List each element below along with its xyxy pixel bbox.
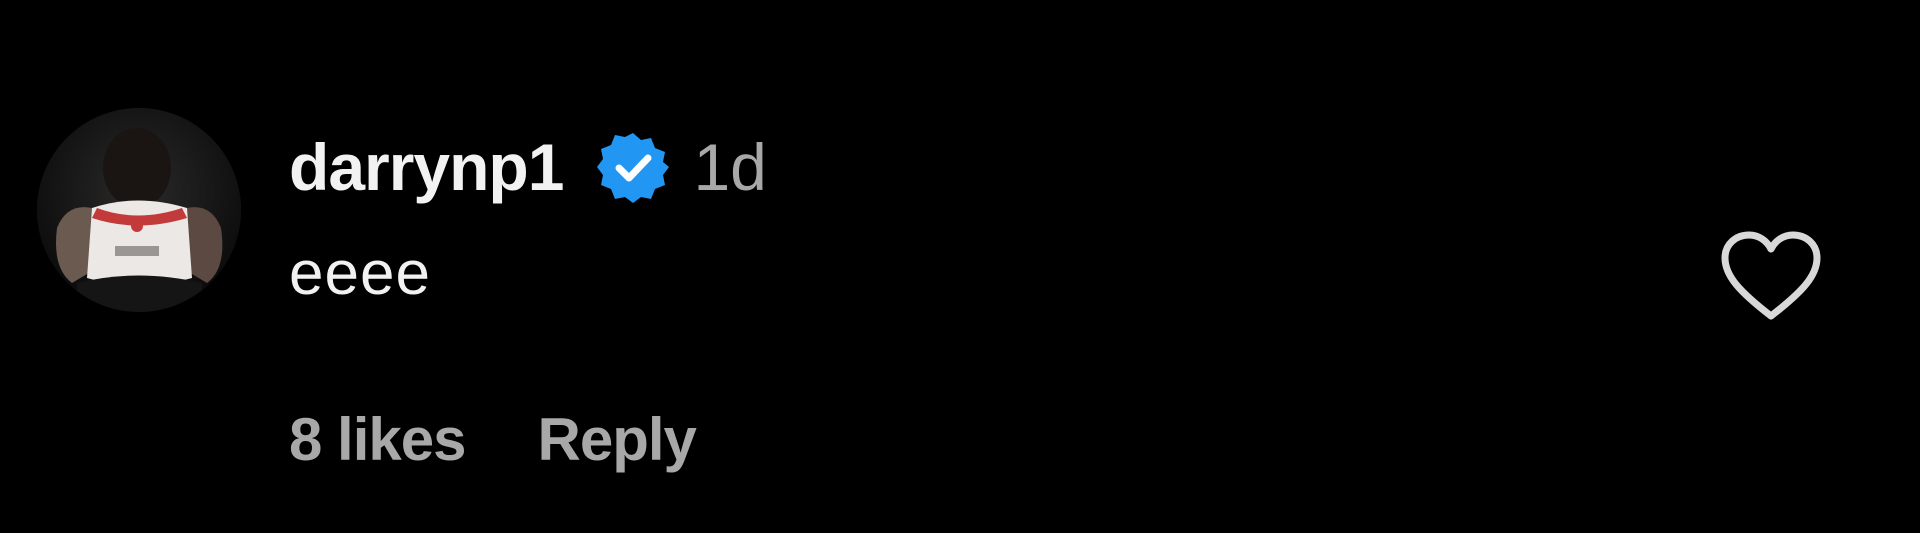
username[interactable]: darrynp1 [289, 129, 564, 205]
comment-actions: 8 likes Reply [289, 405, 697, 474]
heart-outline-icon [1721, 231, 1821, 320]
reply-button[interactable]: Reply [538, 405, 697, 474]
comment-header: darrynp1 1d [289, 122, 767, 212]
comment-item: darrynp1 1d eeee 8 likes Reply [0, 0, 1920, 533]
avatar[interactable] [37, 108, 241, 312]
avatar-image [37, 108, 241, 312]
like-button[interactable] [1720, 230, 1822, 322]
comment-text: eeee [289, 239, 431, 308]
verified-badge-icon [597, 131, 670, 203]
timestamp: 1d [693, 130, 767, 204]
likes-count[interactable]: 8 likes [289, 405, 466, 474]
